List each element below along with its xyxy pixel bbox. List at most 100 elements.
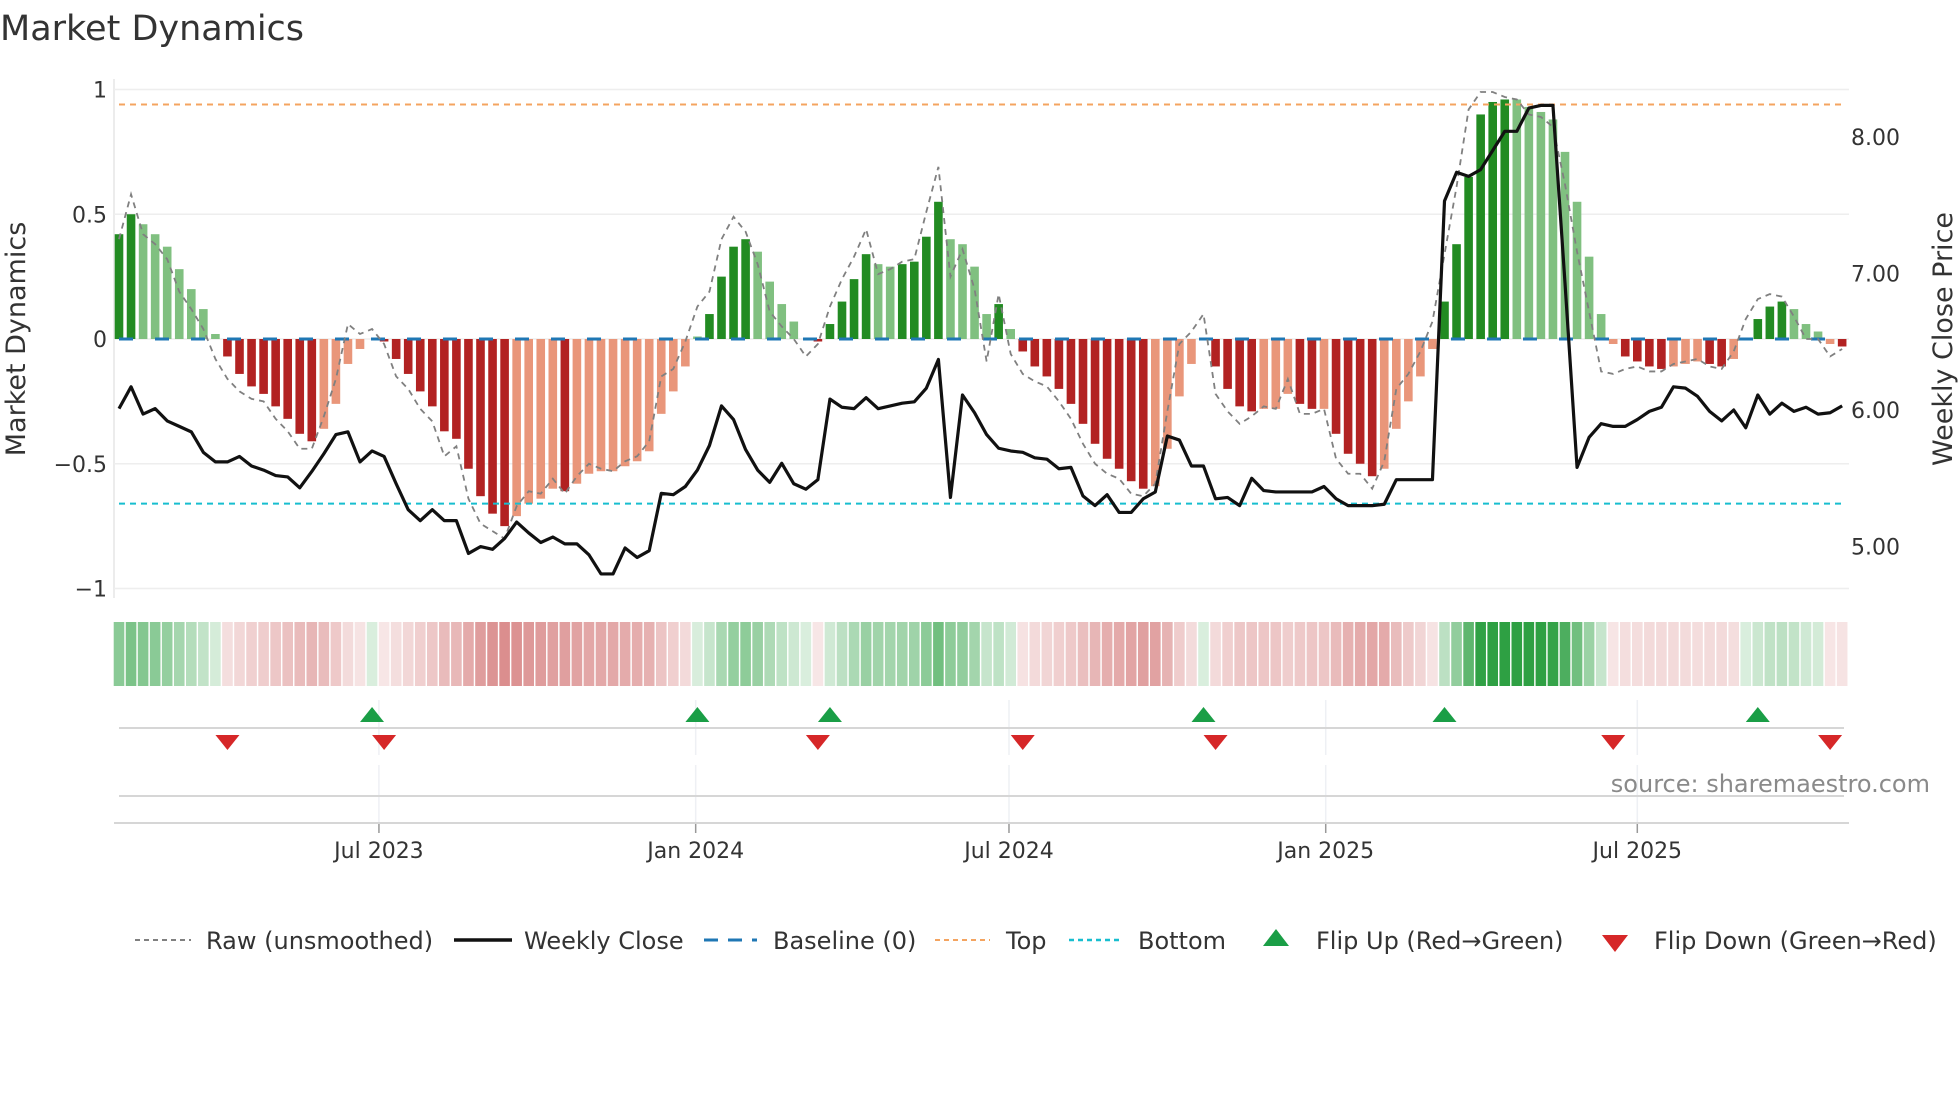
dynamics-bar: [849, 279, 859, 339]
heat-strip-cell: [1607, 622, 1619, 686]
dynamics-bar: [1295, 339, 1305, 404]
heat-strip-cell: [137, 622, 149, 686]
y-right-tick-label: 8.00: [1851, 126, 1900, 151]
raw-line: [118, 91, 1843, 540]
left-axis-title: Market Dynamics: [1, 222, 32, 457]
y-tick-label: −0.5: [54, 453, 107, 478]
dynamics-bar: [1307, 339, 1317, 409]
flip-markers-panel: [114, 700, 1849, 833]
heat-strip-cell: [945, 622, 956, 686]
dynamics-bar: [476, 339, 485, 497]
heat-strip-cell: [1354, 622, 1366, 686]
dynamics-bar: [1367, 339, 1377, 477]
heat-strip-cell: [1439, 622, 1450, 686]
heat-strip-cell: [1716, 622, 1727, 686]
heat-strip-cell: [1511, 622, 1523, 686]
dynamics-bar: [1645, 339, 1654, 367]
x-tick-label: Jul 2025: [1591, 839, 1683, 864]
dynamics-bar: [524, 339, 533, 504]
heat-strip-cell: [1041, 622, 1053, 686]
flip-up-marker: [1191, 707, 1216, 722]
heat-strip-cell: [728, 622, 739, 686]
dynamics-bar: [873, 264, 883, 339]
dynamics-bar: [584, 339, 594, 474]
heat-strip-cell: [1246, 622, 1257, 686]
flip-down-marker: [1203, 735, 1228, 750]
flip-down-icon: [1602, 935, 1628, 952]
dynamics-bar: [861, 254, 871, 339]
y-tick-label: 1: [93, 79, 107, 104]
heat-strip-cell: [1053, 622, 1065, 686]
dynamics-bar: [1777, 301, 1787, 339]
heat-strip-cell: [1318, 622, 1330, 686]
dynamics-bar: [1669, 339, 1678, 367]
dynamics-bar: [1114, 339, 1124, 469]
heat-strip-cell: [1198, 622, 1209, 686]
heat-strip-cell: [1366, 622, 1378, 686]
dynamics-bar: [283, 339, 292, 419]
heat-strip-cell: [1306, 622, 1318, 686]
heat-strip-cell: [981, 622, 992, 686]
heat-strip-cell: [427, 622, 438, 686]
heat-strip-cell: [1656, 622, 1667, 686]
heat-strip-cell: [511, 622, 522, 686]
right-axis-title: Weekly Close Price: [1928, 212, 1959, 466]
dynamics-bar: [259, 339, 268, 394]
heat-strip-cell: [884, 622, 896, 686]
heat-strip-cell: [173, 622, 185, 686]
legend-close-label: Weekly Close: [524, 927, 684, 955]
heat-strip-cell: [1258, 622, 1270, 686]
heat-strip-cell: [668, 622, 679, 686]
flip-up-marker: [1745, 707, 1770, 722]
heat-strip-cell: [1174, 622, 1185, 686]
heat-strip-cell: [788, 622, 800, 686]
heat-strip-cell: [330, 622, 342, 686]
axis-ticks: 1 0.5 0 −0.5 −1 8.00 7.00 6.00 5.00 Jul 2023 Jan 2…: [54, 79, 1900, 865]
dynamics-bar: [741, 239, 750, 339]
flip-up-marker: [360, 707, 385, 722]
heat-strip-cell: [451, 622, 462, 686]
market-dynamics-chart: Market Dynamics Market Dynamics Weekly C…: [0, 9, 1959, 955]
heat-strip-cell: [149, 622, 161, 686]
heat-strip-cell: [1559, 622, 1571, 686]
heat-strip-cell: [113, 622, 125, 686]
dynamics-bar: [1235, 339, 1244, 407]
x-tick-label: Jan 2025: [1275, 839, 1374, 864]
dynamics-bar: [1476, 114, 1485, 339]
dynamics-bar: [428, 339, 437, 407]
legend-bottom-label: Bottom: [1138, 927, 1226, 955]
heat-strip-cell: [655, 622, 667, 686]
heat-strip-cell: [270, 622, 281, 686]
flip-down-marker: [215, 735, 240, 750]
heat-strip-cell: [619, 622, 631, 686]
flip-down-marker: [1010, 735, 1035, 750]
dynamics-bar: [114, 234, 124, 339]
heat-strip-cell: [933, 622, 944, 686]
dynamics-bar: [1247, 339, 1256, 412]
heat-strip-cell: [1162, 622, 1173, 686]
heat-strip-cell: [1222, 622, 1233, 686]
heat-strip-cell: [1294, 622, 1306, 686]
y-tick-label: −1: [75, 578, 107, 603]
dynamics-bar: [1633, 339, 1642, 362]
heat-strip-cell: [872, 622, 884, 686]
heat-strip-cell: [1836, 622, 1848, 686]
heat-strip-cell: [836, 622, 848, 686]
heat-strip-cell: [1463, 622, 1474, 686]
heat-strip-cell: [1451, 622, 1462, 686]
heat-strip-cell: [1282, 622, 1294, 686]
dynamics-bar: [620, 339, 630, 467]
series-lines: [117, 91, 1843, 576]
heat-strip-cell: [692, 622, 703, 686]
heat-strip-cell: [378, 622, 390, 686]
legend: Raw (unsmoothed) Weekly Close Baseline (…: [135, 927, 1937, 955]
dynamics-bar: [150, 234, 160, 339]
legend-top-label: Top: [1005, 927, 1047, 955]
heat-strip-cell: [318, 622, 330, 686]
heat-strip-cell: [1668, 622, 1679, 686]
dynamics-bar: [777, 304, 787, 339]
dynamics-bar: [355, 339, 365, 349]
heat-strip-cell: [282, 622, 293, 686]
dynamics-bar: [1343, 339, 1353, 454]
dynamics-bar: [885, 266, 895, 339]
